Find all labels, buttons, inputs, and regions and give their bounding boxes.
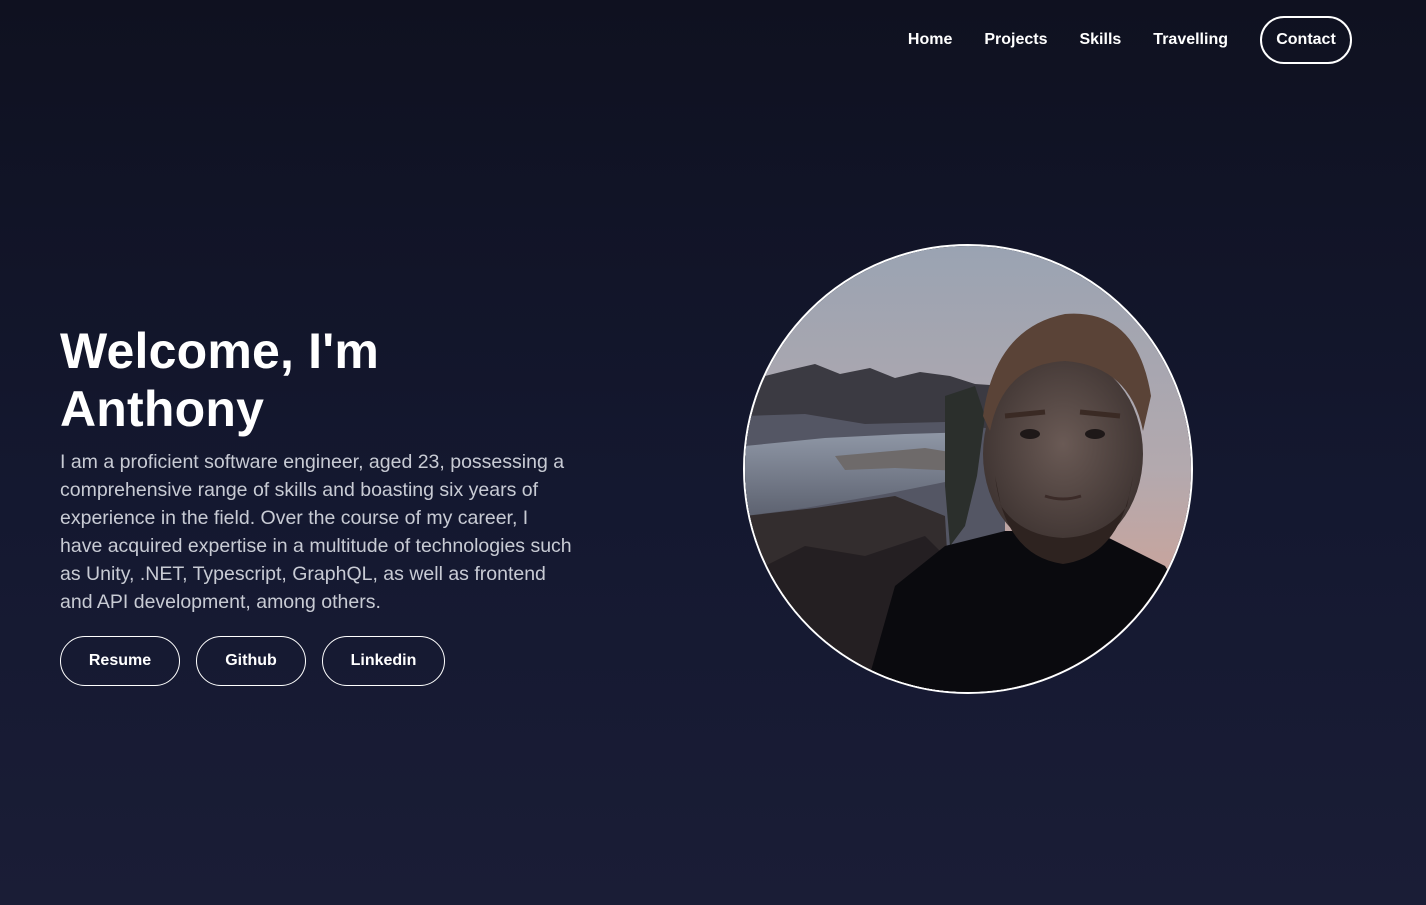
hero-description: I am a proficient software engineer, age… xyxy=(60,451,572,613)
nav-projects-link[interactable]: Projects xyxy=(984,31,1047,49)
nav-skills-link[interactable]: Skills xyxy=(1079,31,1121,49)
profile-photo-illustration xyxy=(745,246,1191,692)
hero-buttons: Resume Github Linkedin xyxy=(60,636,580,686)
profile-photo xyxy=(743,244,1193,694)
linkedin-button[interactable]: Linkedin xyxy=(322,636,445,686)
hero-section: Welcome, I'm Anthony I am a proficient s… xyxy=(60,322,580,686)
hero-title: Welcome, I'm Anthony xyxy=(60,323,380,437)
github-button[interactable]: Github xyxy=(196,636,306,686)
nav-home-link[interactable]: Home xyxy=(908,31,952,49)
top-nav: Home Projects Skills Travelling Contact xyxy=(908,14,1352,66)
contact-button[interactable]: Contact xyxy=(1260,16,1352,64)
nav-travelling-link[interactable]: Travelling xyxy=(1153,31,1228,49)
resume-button[interactable]: Resume xyxy=(60,636,180,686)
